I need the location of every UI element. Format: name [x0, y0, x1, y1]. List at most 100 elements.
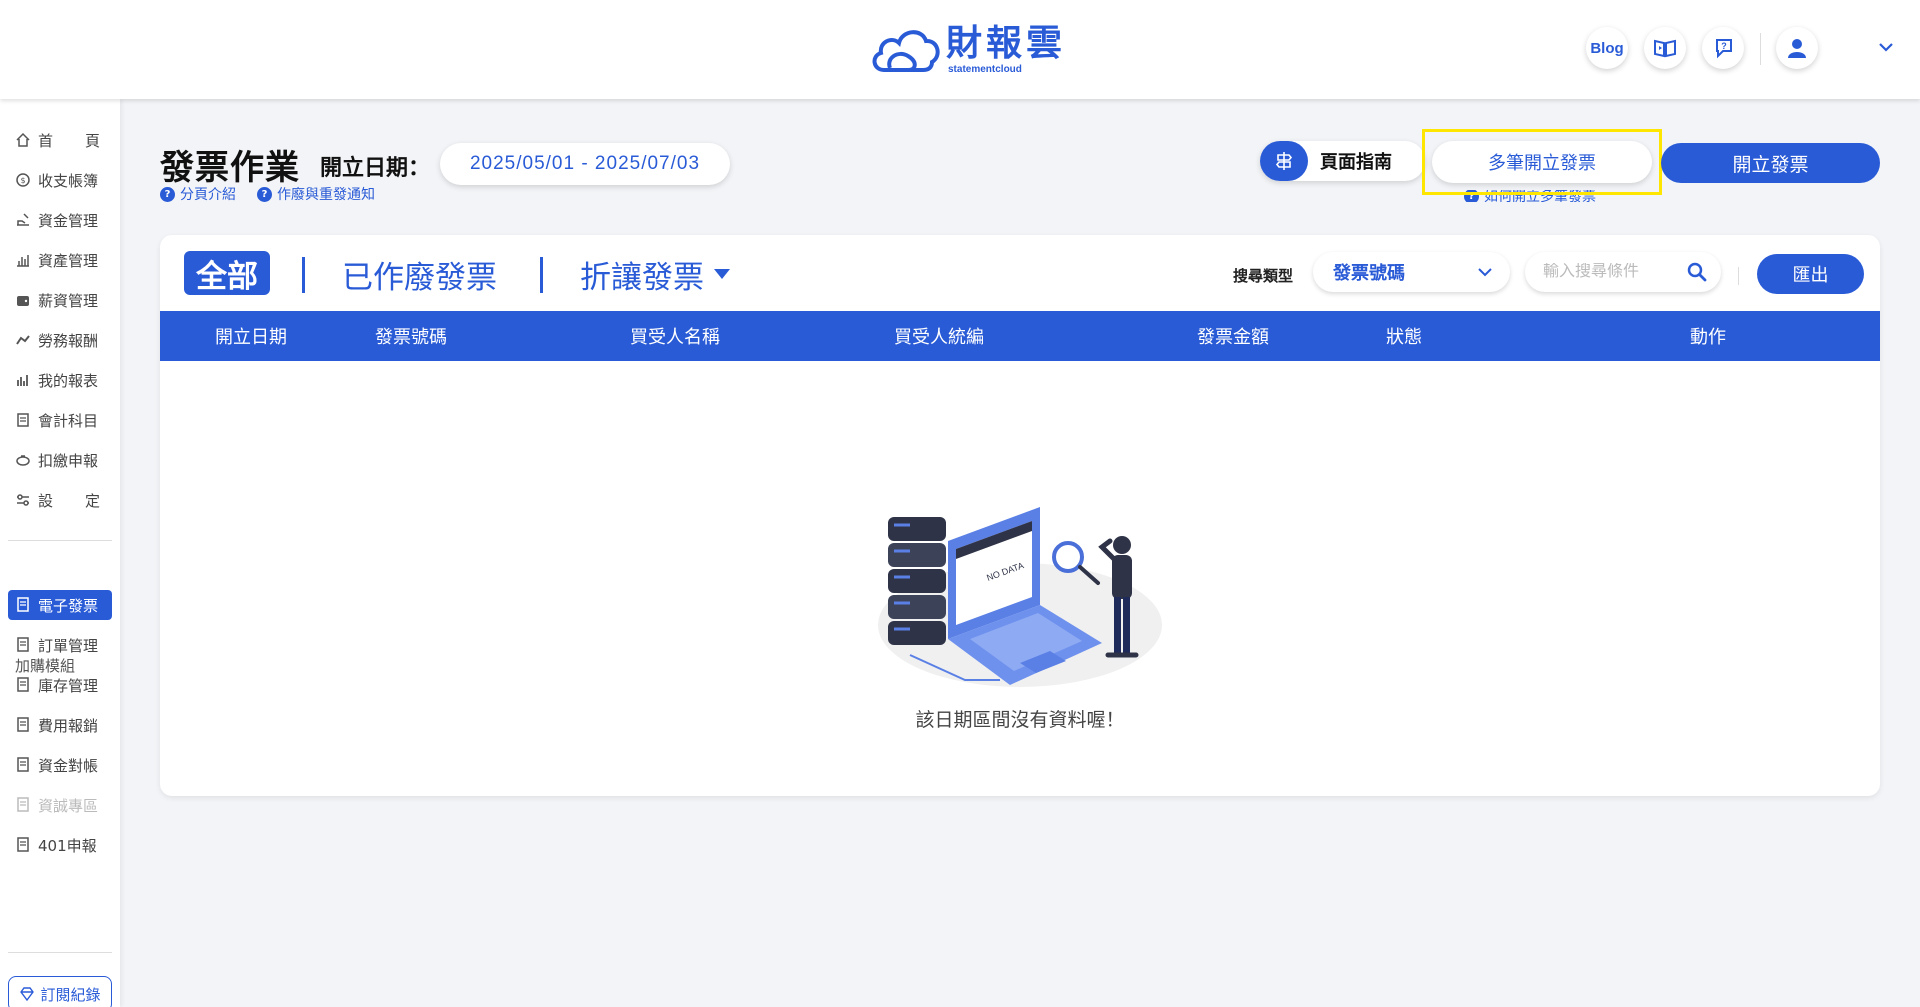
sidebar-item-label: 會計科目 [38, 411, 99, 430]
sidebar-item-inventory[interactable]: 庫存管理 [8, 670, 112, 700]
subscription-label: 訂閱紀錄 [40, 985, 101, 1004]
column-header[interactable]: 買受人名稱 [630, 311, 720, 361]
column-header[interactable]: 買受人統編 [894, 311, 984, 361]
wallet-icon [14, 291, 32, 309]
sliders-icon [14, 491, 32, 509]
column-header[interactable]: 發票號碼 [375, 311, 447, 361]
user-avatar-button[interactable] [1776, 27, 1818, 69]
support-button[interactable]: ? [1702, 27, 1744, 69]
chart-bars-icon [14, 251, 32, 269]
user-icon [1788, 39, 1806, 58]
sidebar-item-reconcile[interactable]: 資金對帳 [8, 750, 112, 780]
column-header[interactable]: 開立日期 [215, 311, 287, 361]
sidebar-item-einvoice[interactable]: 電子發票 [8, 590, 112, 620]
search-type-select[interactable]: 發票號碼 [1313, 252, 1510, 292]
no-data-illustration: NO DATA [878, 507, 1162, 687]
book-icon [1654, 39, 1676, 58]
sidebar-item-label: 設 [38, 491, 54, 510]
search-divider [1738, 267, 1739, 285]
sidebar-item-label: 401申報 [38, 836, 97, 855]
tutorial-button[interactable] [1644, 27, 1686, 69]
table-header: 開立日期 發票號碼 買受人名稱 買受人統編 發票金額 狀態 動作 [160, 311, 1880, 361]
hand-money-icon [14, 211, 32, 229]
sidebar-item-ledger[interactable]: $ 收支帳簿 [8, 165, 112, 195]
highlight-box [1422, 129, 1662, 195]
sidebar-item-label: 首 [38, 131, 54, 150]
sidebar-item-label: 費用報銷 [38, 716, 99, 735]
module-icon [14, 756, 32, 774]
sidebar-item-assets[interactable]: 資產管理 [8, 245, 112, 275]
ledger-icon [14, 411, 32, 429]
sidebar-item-label: 資金管理 [38, 211, 99, 230]
search-type-label: 搜尋類型 [1233, 267, 1294, 285]
pagination-help-link[interactable]: ? 分頁介紹 [160, 184, 236, 204]
sidebar-item-reports[interactable]: 我的報表 [8, 365, 112, 395]
search-icon[interactable] [1687, 262, 1707, 282]
coin-icon: $ [14, 171, 32, 189]
header-divider [1760, 33, 1761, 65]
server-stack-icon [888, 517, 946, 645]
sidebar-item-label: 訂單管理 [38, 636, 99, 655]
sidebar-item-label: 勞務報酬 [38, 331, 99, 350]
sidebar-item-401[interactable]: 401申報 [8, 830, 112, 860]
sidebar-item-services[interactable]: 勞務報酬 [8, 325, 112, 355]
empty-state-message: 該日期區間沒有資料喔！ [915, 709, 1125, 731]
column-header[interactable]: 動作 [1690, 311, 1726, 361]
module-icon [14, 676, 32, 694]
module-icon [14, 796, 32, 814]
module-icon [14, 596, 32, 614]
chevron-down-icon[interactable] [1878, 42, 1894, 52]
search-type-value: 發票號碼 [1333, 263, 1405, 284]
home-icon [14, 131, 32, 149]
chat-question-icon: ? [1716, 39, 1732, 59]
column-header[interactable]: 發票金額 [1197, 311, 1269, 361]
sidebar-item-orders[interactable]: 訂單管理 [8, 630, 112, 660]
sidebar-item-home[interactable]: 首頁 [8, 125, 112, 155]
sidebar-item-settings[interactable]: 設定 [8, 485, 112, 515]
page-guide-button[interactable]: 頁面指南 [1260, 141, 1425, 181]
sidebar-item-label: 扣繳申報 [38, 451, 99, 470]
sidebar-item-label: 定 [84, 491, 100, 510]
search-box [1525, 252, 1721, 292]
invoice-list-card: 全部 已作廢發票 折讓發票 搜尋類型 發票號碼 匯出 開立日期 發票號碼 買受人… [160, 235, 1880, 796]
handshake-icon [14, 331, 32, 349]
sidebar-item-label: 資產管理 [38, 251, 99, 270]
sidebar-item-label: 頁 [84, 131, 100, 150]
logo[interactable]: 財報雲 statementcloud [868, 22, 1066, 78]
svg-text:$: $ [20, 176, 25, 185]
sidebar-item-label: 薪資管理 [38, 291, 99, 310]
blog-button[interactable]: Blog [1586, 27, 1628, 69]
void-help-link[interactable]: ? 作廢與重發通知 [257, 184, 375, 204]
column-header[interactable]: 狀態 [1386, 311, 1422, 361]
sidebar-item-expenses[interactable]: 費用報銷 [8, 710, 112, 740]
sidebar-item-label: 庫存管理 [38, 676, 99, 695]
piggy-icon [14, 451, 32, 469]
sidebar-item-label: 資誠專區 [38, 796, 99, 815]
chevron-down-icon [1478, 267, 1492, 276]
help-link-label: 作廢與重發通知 [277, 187, 375, 203]
sidebar-item-funds[interactable]: 資金管理 [8, 205, 112, 235]
subscription-history-button[interactable]: 訂閱紀錄 [8, 976, 112, 1007]
sidebar-item-pwc: 資誠專區 [8, 790, 112, 820]
export-button[interactable]: 匯出 [1757, 254, 1864, 294]
diamond-icon [20, 987, 35, 1001]
search-input[interactable] [1543, 263, 1673, 281]
date-label: 開立日期： [320, 156, 431, 181]
help-icon: ? [160, 186, 175, 202]
tab-all[interactable]: 全部 [184, 251, 270, 295]
date-range-picker[interactable]: 2025/05/01 - 2025/07/03 [440, 143, 730, 185]
sidebar-item-payroll[interactable]: 薪資管理 [8, 285, 112, 315]
sidebar-divider [8, 952, 112, 953]
module-icon [14, 836, 32, 854]
tab-divider [302, 257, 305, 293]
logo-title: 財報雲 [946, 23, 1067, 64]
sidebar-item-label: 電子發票 [38, 596, 99, 615]
tab-voided[interactable]: 已作廢發票 [342, 251, 497, 297]
sidebar-item-withholding[interactable]: 扣繳申報 [8, 445, 112, 475]
sidebar-item-accounts[interactable]: 會計科目 [8, 405, 112, 435]
tab-discount[interactable]: 折讓發票 [580, 251, 730, 297]
cloud-logo-icon [872, 30, 940, 72]
sidebar-item-label: 資金對帳 [38, 756, 99, 775]
issue-invoice-button[interactable]: 開立發票 [1661, 143, 1880, 183]
top-header: 財報雲 statementcloud Blog ? [0, 0, 1920, 99]
